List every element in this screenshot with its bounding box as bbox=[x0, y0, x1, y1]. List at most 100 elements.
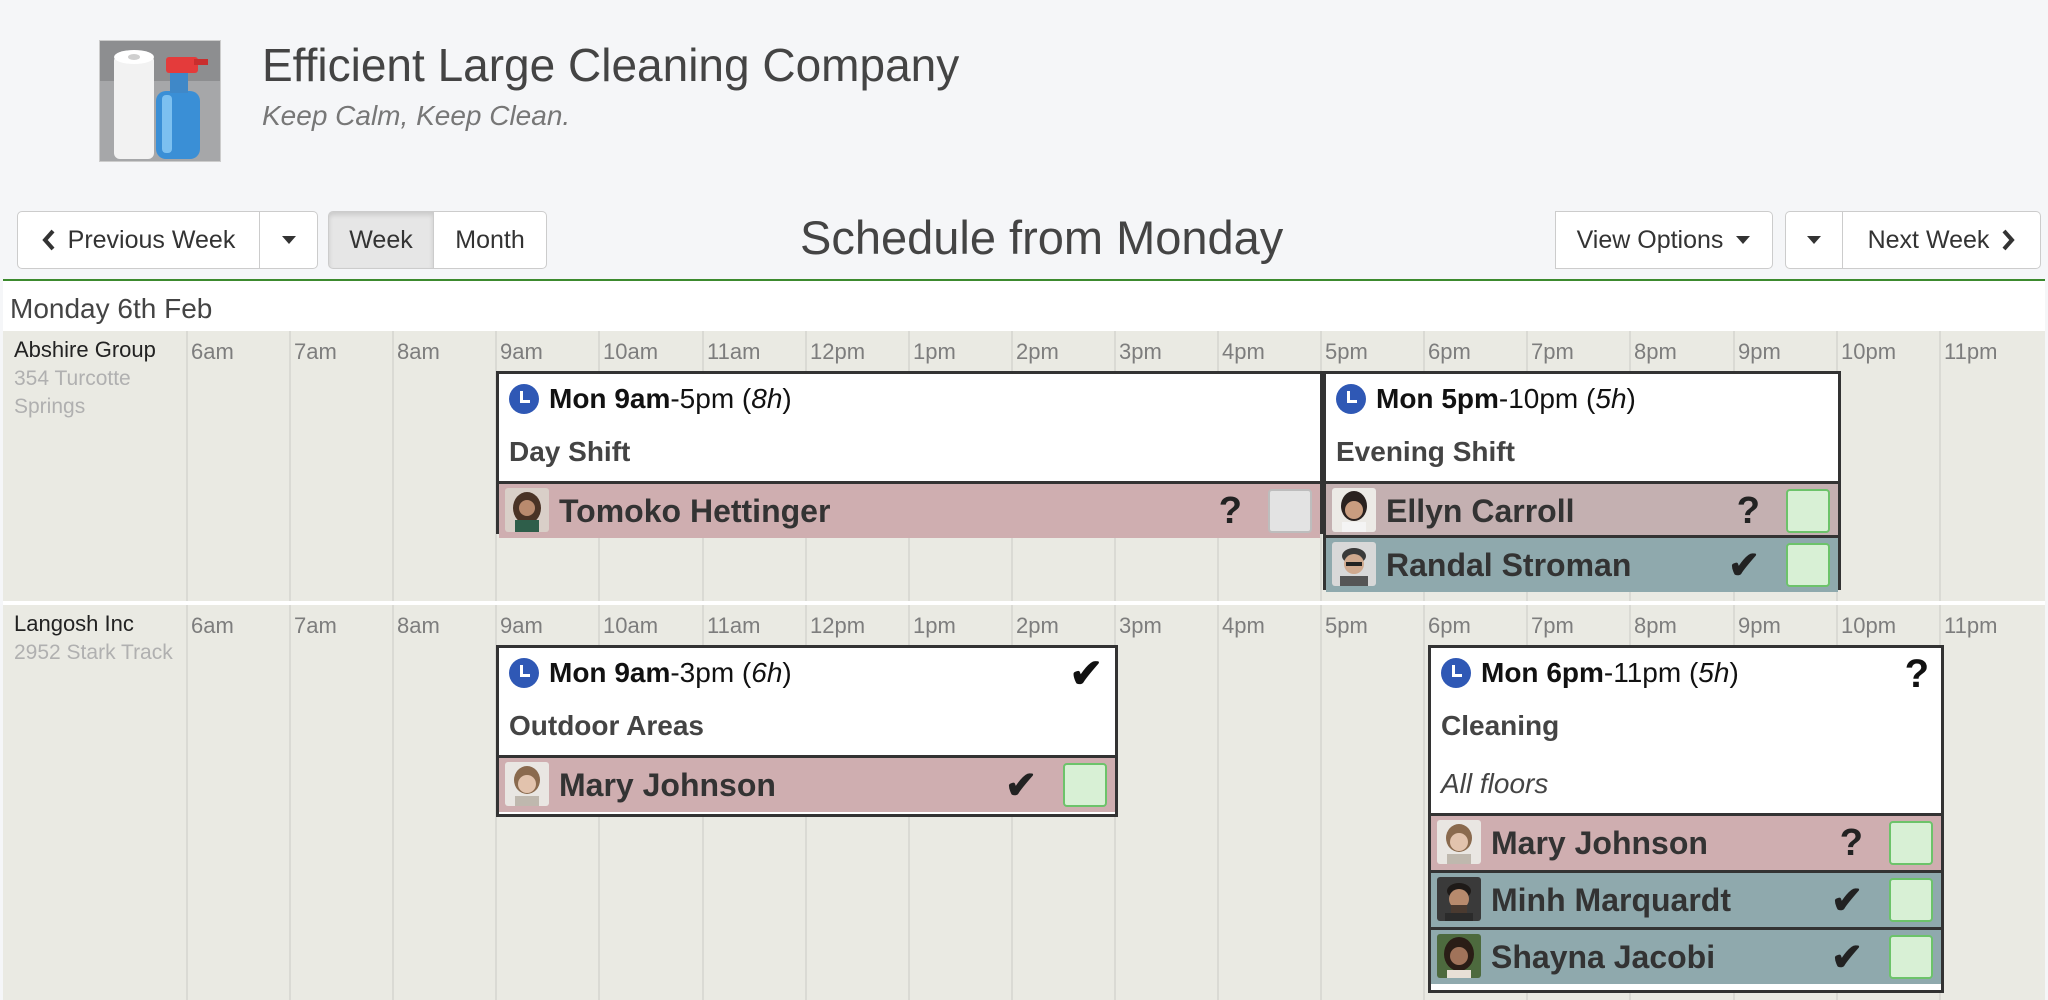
staff-row[interactable]: Randal Stroman ✔ bbox=[1326, 535, 1838, 592]
hour-gridline bbox=[1423, 605, 1425, 1000]
hour-label: 9am bbox=[500, 339, 543, 364]
client-address: 354 Turcotte Springs bbox=[14, 367, 131, 418]
chevron-right-icon bbox=[2002, 229, 2016, 251]
hour-label: 2pm bbox=[1016, 339, 1059, 364]
hour-label: 11pm bbox=[1944, 613, 1998, 638]
hour-gridline bbox=[392, 605, 394, 1000]
month-view-button[interactable]: Month bbox=[434, 211, 547, 269]
staff-confirm-checkbox[interactable] bbox=[1889, 878, 1933, 922]
staff-confirm-checkbox[interactable] bbox=[1268, 489, 1312, 533]
hour-gridline bbox=[289, 605, 291, 1000]
hour-gridline bbox=[1320, 605, 1322, 1000]
hour-label: 10pm bbox=[1841, 339, 1897, 364]
hour-gridline bbox=[186, 605, 188, 1000]
company-logo bbox=[99, 40, 221, 162]
hour-label: 7pm bbox=[1531, 339, 1574, 364]
company-name: Efficient Large Cleaning Company bbox=[262, 39, 960, 91]
shift-card[interactable]: Mon 6pm -11pm (5h) ? Cleaning All floors … bbox=[1428, 645, 1944, 993]
clock-icon bbox=[509, 384, 539, 414]
shift-status: ✔ bbox=[1069, 652, 1103, 696]
hour-label: 6pm bbox=[1428, 339, 1471, 364]
view-options-label: View Options bbox=[1576, 225, 1724, 254]
staff-confirm-checkbox[interactable] bbox=[1786, 489, 1830, 533]
staff-row[interactable]: Mary Johnson ? bbox=[1431, 813, 1941, 870]
avatar bbox=[1437, 877, 1481, 921]
shift-start: Mon 9am bbox=[549, 657, 671, 688]
staff-confirm-checkbox[interactable] bbox=[1889, 935, 1933, 979]
hour-label: 12pm bbox=[810, 613, 866, 638]
hour-gridline bbox=[186, 331, 188, 601]
previous-week-label: Previous Week bbox=[67, 225, 236, 254]
shift-card[interactable]: Mon 5pm -10pm (5h) Evening Shift Ellyn Ca… bbox=[1323, 371, 1841, 592]
page-title: Schedule from Monday bbox=[800, 211, 1284, 264]
staff-confirm-checkbox[interactable] bbox=[1786, 543, 1830, 587]
staff-row[interactable]: Shayna Jacobi ✔ bbox=[1431, 927, 1941, 984]
hour-label: 12pm bbox=[810, 339, 866, 364]
hour-label: 11am bbox=[707, 339, 761, 364]
staff-name: Randal Stroman bbox=[1386, 546, 1632, 583]
next-week-dropdown-button[interactable] bbox=[1785, 211, 1843, 269]
staff-confirm-checkbox[interactable] bbox=[1889, 821, 1933, 865]
staff-status: ✔ bbox=[1728, 544, 1760, 587]
hour-label: 9am bbox=[500, 613, 543, 638]
staff-row[interactable]: Tomoko Hettinger ? bbox=[499, 481, 1320, 538]
client-address: 2952 Stark Track bbox=[14, 641, 173, 664]
shift-time: Mon 9am -3pm (6h) bbox=[509, 656, 792, 690]
hour-label: 6am bbox=[191, 339, 234, 364]
hour-label: 3pm bbox=[1119, 613, 1162, 638]
shift-name: Cleaning bbox=[1441, 710, 1560, 741]
clock-icon bbox=[509, 658, 539, 688]
previous-week-dropdown-button[interactable] bbox=[260, 211, 318, 269]
hour-label: 1pm bbox=[913, 339, 956, 364]
week-nav-group: Previous Week bbox=[17, 211, 318, 269]
shift-end: -5pm bbox=[670, 383, 735, 414]
company-tagline: Keep Calm, Keep Clean. bbox=[262, 100, 571, 131]
hour-label: 11pm bbox=[1944, 339, 1998, 364]
shift-name: Outdoor Areas bbox=[509, 710, 704, 741]
hour-label: 6pm bbox=[1428, 613, 1471, 638]
avatar bbox=[1332, 542, 1376, 586]
shift-start: Mon 9am bbox=[549, 383, 671, 414]
shift-start: Mon 6pm bbox=[1481, 657, 1604, 688]
hour-label: 11am bbox=[707, 613, 761, 638]
staff-confirm-checkbox[interactable] bbox=[1063, 763, 1107, 807]
clock-icon bbox=[1336, 384, 1366, 414]
hour-label: 7pm bbox=[1531, 613, 1574, 638]
avatar bbox=[505, 762, 549, 806]
view-options-button[interactable]: View Options bbox=[1555, 211, 1773, 269]
hour-label: 2pm bbox=[1016, 613, 1059, 638]
month-view-label: Month bbox=[455, 225, 525, 254]
shift-time: Mon 9am -5pm (8h) bbox=[509, 382, 792, 416]
shift-time: Mon 6pm -11pm (5h) bbox=[1441, 656, 1739, 690]
staff-status: ? bbox=[1736, 489, 1760, 532]
next-week-button[interactable]: Next Week bbox=[1843, 211, 2041, 269]
hour-label: 3pm bbox=[1119, 339, 1162, 364]
shift-end: -11pm bbox=[1603, 657, 1682, 688]
staff-row[interactable]: Minh Marquardt ✔ bbox=[1431, 870, 1941, 927]
previous-week-button[interactable]: Previous Week bbox=[17, 211, 260, 269]
staff-name: Mary Johnson bbox=[559, 766, 776, 803]
staff-name: Tomoko Hettinger bbox=[559, 492, 831, 529]
hour-label: 4pm bbox=[1222, 339, 1265, 364]
hour-label: 5pm bbox=[1325, 613, 1368, 638]
week-view-button[interactable]: Week bbox=[328, 211, 434, 269]
staff-row[interactable]: Ellyn Carroll ? bbox=[1326, 481, 1838, 538]
shift-card[interactable]: Mon 9am -5pm (8h) Day Shift Tomoko Hettin… bbox=[496, 371, 1323, 538]
shift-name: Evening Shift bbox=[1336, 436, 1515, 467]
staff-name: Minh Marquardt bbox=[1491, 881, 1731, 918]
shift-duration: 5h bbox=[1595, 383, 1627, 414]
staff-row[interactable]: Mary Johnson ✔ bbox=[499, 755, 1115, 812]
shift-card[interactable]: Mon 9am -3pm (6h) ✔ Outdoor Areas Mary Jo… bbox=[496, 645, 1118, 817]
hour-gridline bbox=[1939, 331, 1941, 601]
hour-label: 8pm bbox=[1634, 613, 1677, 638]
shift-duration: 6h bbox=[751, 657, 783, 688]
hour-label: 10pm bbox=[1841, 613, 1897, 638]
hour-label: 1pm bbox=[913, 613, 956, 638]
client-row-langosh-inc: Langosh Inc 2952 Stark Track 6am 7am 8am 9a… bbox=[3, 605, 2045, 1000]
hour-label: 10am bbox=[603, 613, 659, 638]
staff-status: ✔ bbox=[1005, 764, 1037, 807]
shift-duration: 5h bbox=[1698, 657, 1730, 688]
hour-label: 7am bbox=[294, 613, 337, 638]
next-week-group: Next Week bbox=[1785, 211, 2041, 269]
staff-status: ? bbox=[1839, 821, 1863, 864]
